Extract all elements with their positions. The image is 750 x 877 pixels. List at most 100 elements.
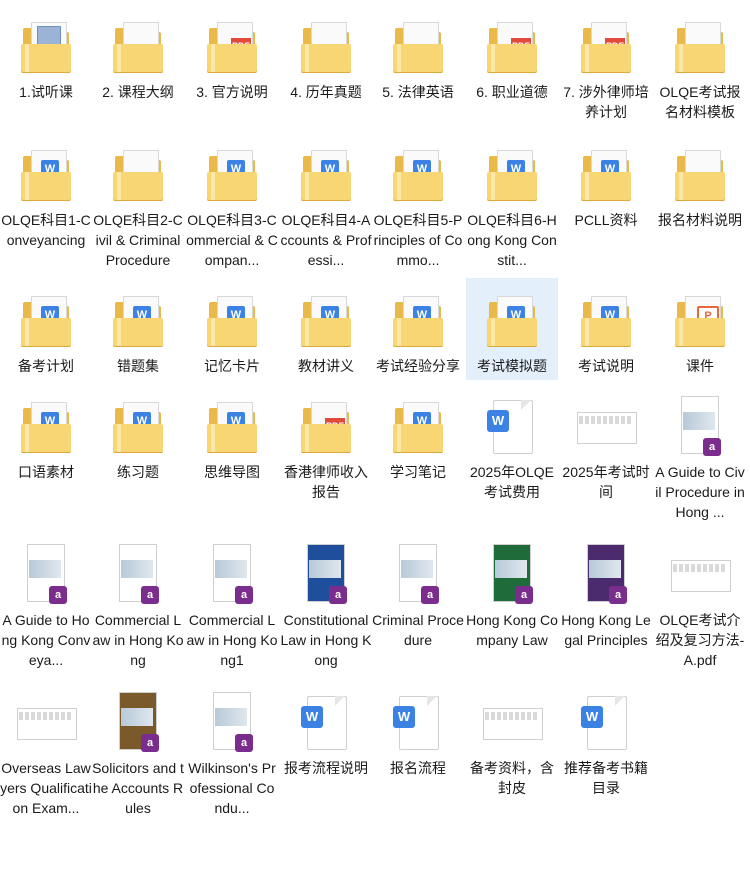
file-item[interactable]: W 考试说明 xyxy=(560,286,652,376)
folder-word-icon: W xyxy=(571,142,641,212)
folder-image-icon xyxy=(11,14,81,84)
file-item-label: Solicitors and the Accounts Rules xyxy=(92,760,184,816)
file-item[interactable]: a Criminal Procedure xyxy=(372,540,464,650)
file-item[interactable]: W 报名流程 xyxy=(372,688,464,778)
word-document-icon: W xyxy=(571,690,641,760)
file-item-label: OLQE科目4-Accounts & Professi... xyxy=(280,212,372,268)
folder-word-icon: W xyxy=(103,394,173,464)
folder-icon xyxy=(291,14,361,84)
pdf-thumbnail-icon: a xyxy=(11,542,81,612)
file-item[interactable]: PDF3. 官方说明 xyxy=(186,12,278,102)
folder-word-icon: W xyxy=(383,288,453,358)
file-item-label: 推荐备考书籍目录 xyxy=(564,760,648,796)
file-item-label: 2025年考试时间 xyxy=(562,464,650,500)
file-item[interactable]: W 练习题 xyxy=(92,392,184,482)
folder-icon xyxy=(665,14,735,84)
file-item[interactable]: W OLQE科目3-Commercial & Compan... xyxy=(186,140,278,270)
file-item[interactable]: W 思维导图 xyxy=(186,392,278,482)
file-item-label: 7. 涉外律师培养计划 xyxy=(563,84,649,120)
file-item[interactable]: OLQE科目2-Civil & Criminal Procedure xyxy=(92,140,184,270)
pdf-thumbnail-icon: a xyxy=(197,690,267,760)
file-item[interactable]: OLQE考试报名材料模板 xyxy=(654,12,746,122)
file-item[interactable]: W PCLL资料 xyxy=(560,140,652,230)
pdf-thumbnail-icon xyxy=(665,542,735,612)
file-item[interactable]: PDF6. 职业道德 xyxy=(466,12,558,102)
folder-pdf-icon: PDF xyxy=(197,14,267,84)
file-item-label: 思维导图 xyxy=(204,464,260,480)
file-item-label: Overseas Lawyers Qualification Exam... xyxy=(0,760,92,816)
file-item[interactable]: 备考资料，含封皮 xyxy=(466,688,558,798)
file-item-label: A Guide to Hong Kong Conveya... xyxy=(1,612,91,668)
file-item[interactable]: W 错题集 xyxy=(92,286,184,376)
file-item-label: OLQE科目6-Hong Kong Constit... xyxy=(467,212,557,268)
file-item[interactable]: W 推荐备考书籍目录 xyxy=(560,688,652,798)
file-item[interactable]: W 考试经验分享 xyxy=(372,286,464,376)
folder-word-icon: W xyxy=(571,288,641,358)
file-item[interactable]: OLQE考试介绍及复习方法-A.pdf xyxy=(654,540,746,670)
folder-icon xyxy=(383,14,453,84)
file-item-label: 3. 官方说明 xyxy=(196,84,268,100)
file-item[interactable]: PDF7. 涉外律师培养计划 xyxy=(560,12,652,122)
folder-pdf-icon: PDF xyxy=(291,394,361,464)
file-item[interactable]: a Hong Kong Company Law xyxy=(466,540,558,650)
file-item-label: 香港律师收入报告 xyxy=(284,464,368,500)
file-item[interactable]: 报名材料说明 xyxy=(654,140,746,230)
file-item[interactable]: W 报考流程说明 xyxy=(280,688,372,778)
file-item[interactable]: W 学习笔记 xyxy=(372,392,464,482)
pdf-thumbnail-icon: a xyxy=(197,542,267,612)
file-item-label: OLQE科目1-Conveyancing xyxy=(1,212,91,248)
file-item[interactable]: a Wilkinson's Professional Condu... xyxy=(186,688,278,818)
file-item[interactable]: aA Guide to Hong Kong Conveya... xyxy=(0,540,92,670)
file-item[interactable]: PDF香港律师收入报告 xyxy=(280,392,372,502)
file-item-label: OLQE考试介绍及复习方法-A.pdf xyxy=(655,612,745,668)
file-item[interactable]: P 课件 xyxy=(654,286,746,376)
file-item-label: 学习笔记 xyxy=(390,464,446,480)
file-item[interactable]: 2. 课程大纲 xyxy=(92,12,184,102)
file-item[interactable]: W OLQE科目5-Principles of Commo... xyxy=(372,140,464,270)
file-item[interactable]: W 备考计划 xyxy=(0,286,92,376)
file-item[interactable]: 4. 历年真题 xyxy=(280,12,372,102)
file-item[interactable]: 5. 法律英语 xyxy=(372,12,464,102)
file-item[interactable]: W 2025年OLQE考试费用 xyxy=(466,392,558,502)
folder-pdf-icon: PDF xyxy=(571,14,641,84)
file-item-label: 考试经验分享 xyxy=(376,358,460,374)
file-item[interactable]: W OLQE科目4-Accounts & Professi... xyxy=(280,140,372,270)
file-item-label: 课件 xyxy=(686,358,714,374)
file-item[interactable]: 2025年考试时间 xyxy=(560,392,652,502)
file-item-label: 报名流程 xyxy=(390,760,446,776)
folder-icon xyxy=(665,142,735,212)
file-item-label: Commercial Law in Hong Kong1 xyxy=(186,612,278,668)
file-item[interactable]: 1.试听课 xyxy=(0,12,92,102)
file-item[interactable]: W 考试模拟题 xyxy=(466,278,558,380)
file-item[interactable]: W 口语素材 xyxy=(0,392,92,482)
file-item-label: OLQE科目2-Civil & Criminal Procedure xyxy=(93,212,183,268)
folder-icon xyxy=(103,14,173,84)
pdf-thumbnail-icon: a xyxy=(571,542,641,612)
folder-word-icon: W xyxy=(11,394,81,464)
file-item-label: 教材讲义 xyxy=(298,358,354,374)
file-item-label: OLQE科目5-Principles of Commo... xyxy=(373,212,463,268)
file-item[interactable]: aA Guide to Civil Procedure in Hong ... xyxy=(654,392,746,522)
file-item-label: 口语素材 xyxy=(18,464,74,480)
file-item[interactable]: Overseas Lawyers Qualification Exam... xyxy=(0,688,92,818)
folder-word-icon: W xyxy=(11,142,81,212)
file-item[interactable]: a Hong Kong Legal Principles xyxy=(560,540,652,650)
folder-word-icon: W xyxy=(197,394,267,464)
file-item-label: 备考计划 xyxy=(18,358,74,374)
pdf-thumbnail-icon: a xyxy=(291,542,361,612)
file-item-label: 报名材料说明 xyxy=(658,212,742,228)
file-item[interactable]: a Solicitors and the Accounts Rules xyxy=(92,688,184,818)
file-item[interactable]: a Commercial Law in Hong Kong1 xyxy=(186,540,278,670)
file-item[interactable]: W 教材讲义 xyxy=(280,286,372,376)
file-item[interactable]: a Constitutional Law in Hong Kong xyxy=(280,540,372,670)
file-item-label: OLQE考试报名材料模板 xyxy=(659,84,741,120)
file-grid: 1.试听课2. 课程大纲PDF3. 官方说明4. 历年真题5. 法律英语PDF6… xyxy=(0,0,750,877)
file-item[interactable]: W 记忆卡片 xyxy=(186,286,278,376)
file-item[interactable]: W OLQE科目6-Hong Kong Constit... xyxy=(466,140,558,270)
file-item-label: 练习题 xyxy=(117,464,159,480)
file-item-label: Commercial Law in Hong Kong xyxy=(92,612,184,668)
file-item[interactable]: W OLQE科目1-Conveyancing xyxy=(0,140,92,250)
file-item[interactable]: a Commercial Law in Hong Kong xyxy=(92,540,184,670)
file-item-label: 5. 法律英语 xyxy=(382,84,454,100)
file-item-label: 错题集 xyxy=(117,358,159,374)
